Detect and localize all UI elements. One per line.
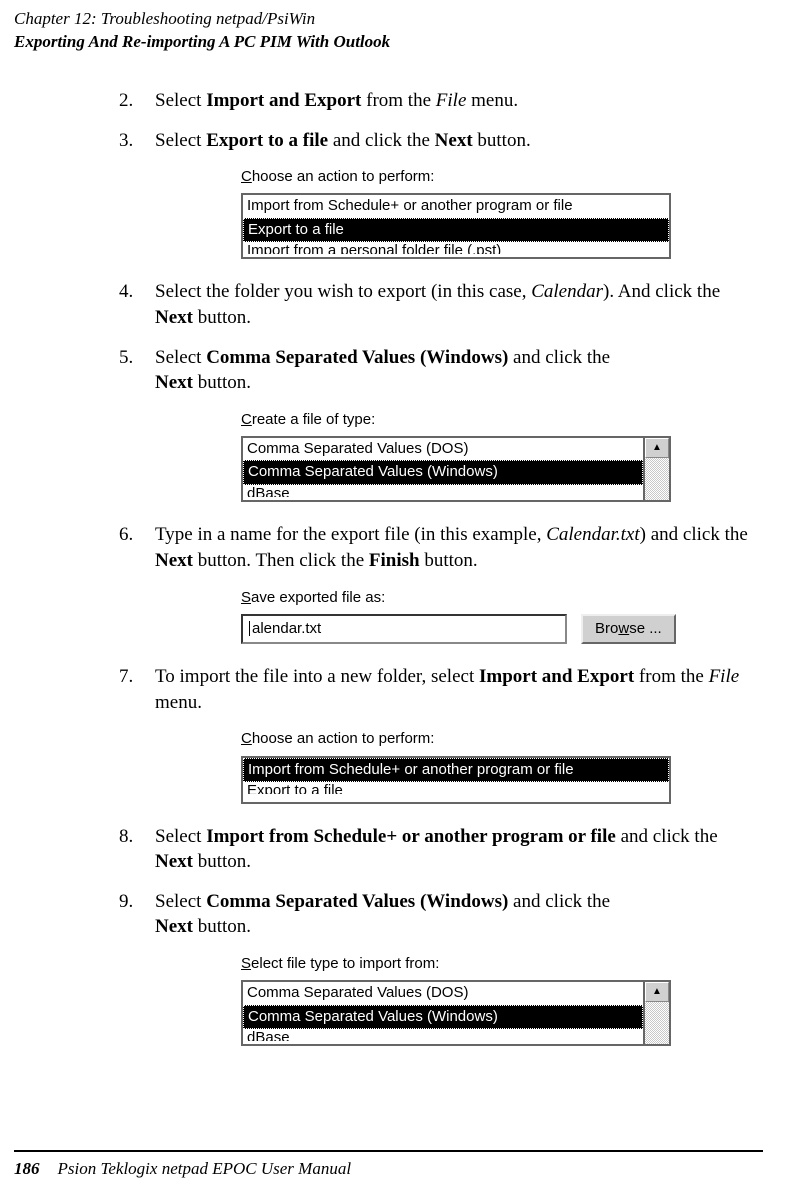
list-item-selected[interactable]: Export to a file	[243, 218, 669, 242]
figure-select-import-type: Select file type to import from: Comma S…	[241, 954, 671, 1046]
list-item[interactable]: Import from a personal folder file (.pst…	[243, 242, 669, 254]
page-footer: 186 Psion Teklogix netpad EPOC User Manua…	[14, 1150, 763, 1181]
list-item-selected[interactable]: Comma Separated Values (Windows)	[243, 1005, 643, 1029]
list-item[interactable]: Import from Schedule+ or another program…	[243, 195, 669, 217]
step-number: 3.	[119, 128, 155, 154]
step-4: 4. Select the folder you wish to export …	[119, 279, 763, 330]
book-title: Psion Teklogix netpad EPOC User Manual	[58, 1159, 352, 1178]
step-number: 2.	[119, 88, 155, 114]
scroll-up-icon[interactable]: ▲	[645, 438, 669, 458]
filetype-listbox[interactable]: Comma Separated Values (DOS) Comma Separ…	[241, 436, 671, 502]
figure-choose-action-import: Choose an action to perform: Import from…	[241, 729, 671, 803]
step-text: Select Comma Separated Values (Windows) …	[155, 345, 763, 396]
filename-input[interactable]: alendar.txt	[241, 614, 567, 644]
scrollbar[interactable]: ▲	[643, 982, 669, 1044]
scroll-up-icon[interactable]: ▲	[645, 982, 669, 1002]
step-number: 9.	[119, 889, 155, 940]
browse-button[interactable]: Browse ...	[581, 614, 676, 644]
step-5: 5. Select Comma Separated Values (Window…	[119, 345, 763, 396]
scroll-track[interactable]	[645, 1002, 669, 1044]
listbox-label: Select file type to import from:	[241, 954, 671, 974]
step-7: 7. To import the file into a new folder,…	[119, 664, 763, 715]
step-list: 2. Select Import and Export from the Fil…	[119, 88, 763, 1046]
list-item-selected[interactable]: Comma Separated Values (Windows)	[243, 460, 643, 484]
listbox-label: Create a file of type:	[241, 410, 671, 430]
action-listbox[interactable]: Import from Schedule+ or another program…	[241, 193, 671, 259]
step-number: 8.	[119, 824, 155, 875]
step-3: 3. Select Export to a file and click the…	[119, 128, 763, 154]
list-item[interactable]: Export to a file	[243, 782, 669, 794]
footer-rule	[14, 1150, 763, 1152]
figure-create-file-type: Create a file of type: Comma Separated V…	[241, 410, 671, 502]
step-9: 9. Select Comma Separated Values (Window…	[119, 889, 763, 940]
step-text: Select Import from Schedule+ or another …	[155, 824, 763, 875]
step-text: Select the folder you wish to export (in…	[155, 279, 763, 330]
step-number: 6.	[119, 522, 155, 573]
list-item[interactable]: dBase	[243, 1029, 643, 1041]
step-2: 2. Select Import and Export from the Fil…	[119, 88, 763, 114]
filename-value: alendar.txt	[252, 619, 321, 639]
manual-page: Chapter 12: Troubleshooting netpad/PsiWi…	[0, 0, 791, 1199]
figure-choose-action-export: Choose an action to perform: Import from…	[241, 167, 671, 259]
action-listbox-import[interactable]: Import from Schedule+ or another program…	[241, 756, 671, 804]
step-text: To import the file into a new folder, se…	[155, 664, 763, 715]
list-item[interactable]: Comma Separated Values (DOS)	[243, 438, 643, 460]
step-number: 5.	[119, 345, 155, 396]
text-cursor-icon	[249, 621, 250, 636]
step-text: Select Export to a file and click the Ne…	[155, 128, 763, 154]
import-type-listbox[interactable]: Comma Separated Values (DOS) Comma Separ…	[241, 980, 671, 1046]
running-header-section: Exporting And Re-importing A PC PIM With…	[14, 31, 763, 54]
input-label: Save exported file as:	[241, 588, 701, 608]
step-8: 8. Select Import from Schedule+ or anoth…	[119, 824, 763, 875]
page-number: 186	[14, 1159, 40, 1178]
list-item[interactable]: dBase	[243, 485, 643, 497]
listbox-label: Choose an action to perform:	[241, 729, 671, 749]
figure-save-exported: Save exported file as: alendar.txt Brows…	[241, 588, 701, 645]
step-number: 4.	[119, 279, 155, 330]
running-header-chapter: Chapter 12: Troubleshooting netpad/PsiWi…	[14, 8, 763, 31]
step-number: 7.	[119, 664, 155, 715]
step-text: Type in a name for the export file (in t…	[155, 522, 763, 573]
scrollbar[interactable]: ▲	[643, 438, 669, 500]
list-item-selected[interactable]: Import from Schedule+ or another program…	[243, 758, 669, 782]
step-text: Select Comma Separated Values (Windows) …	[155, 889, 763, 940]
list-item[interactable]: Comma Separated Values (DOS)	[243, 982, 643, 1004]
step-text: Select Import and Export from the File m…	[155, 88, 763, 114]
step-6: 6. Type in a name for the export file (i…	[119, 522, 763, 573]
listbox-label: Choose an action to perform:	[241, 167, 671, 187]
scroll-track[interactable]	[645, 458, 669, 500]
